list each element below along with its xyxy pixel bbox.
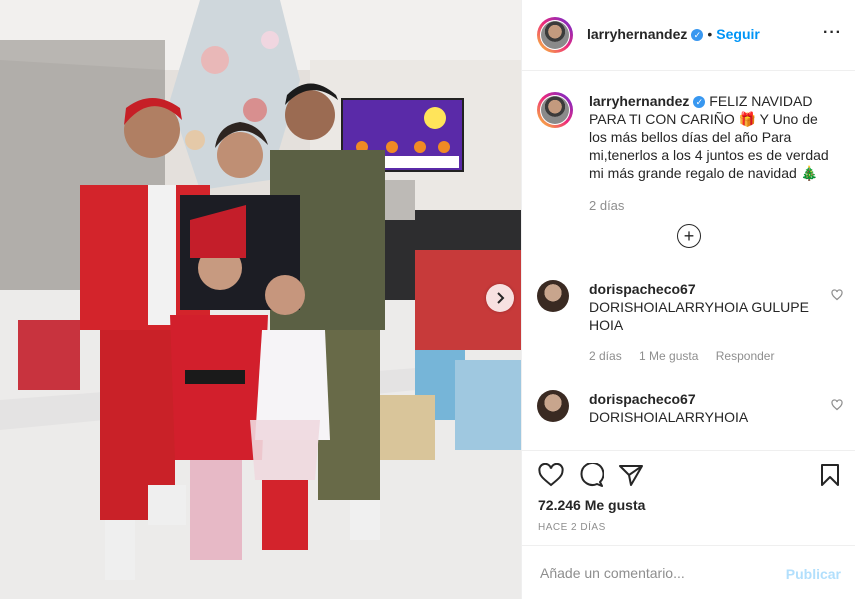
comment-likes[interactable]: 1 Me gusta: [639, 349, 698, 363]
caption: larryhernandez ✓ FELIZ NAVIDAD PARA TI CO…: [522, 72, 855, 182]
comment-body: dorispacheco67 DORISHOIALARRYHOIA GULUPE…: [589, 280, 817, 365]
verified-badge-icon: ✓: [691, 29, 704, 41]
reply-button[interactable]: Responder: [716, 349, 775, 363]
comment-like-button[interactable]: [831, 398, 843, 416]
post-photo[interactable]: [0, 0, 521, 599]
family-christmas-photo: [0, 0, 521, 599]
comment-avatar[interactable]: [537, 280, 569, 312]
heart-icon: [538, 462, 564, 487]
next-photo-button[interactable]: [486, 284, 514, 312]
author-line: larryhernandez ✓ • Seguir: [587, 26, 760, 44]
comment-username[interactable]: dorispacheco67: [589, 390, 817, 408]
verified-badge-icon: ✓: [693, 96, 706, 108]
comment-username[interactable]: dorispacheco67: [589, 280, 817, 298]
separator-dot: •: [707, 26, 713, 42]
ellipsis-icon: ···: [823, 24, 842, 41]
post-details-panel: larryhernandez ✓ • Seguir ··· larryhernande…: [521, 0, 855, 599]
chevron-right-icon: [497, 292, 505, 304]
more-options-button[interactable]: ···: [823, 24, 842, 42]
publish-button[interactable]: Publicar: [786, 566, 841, 582]
paper-plane-icon: [619, 465, 643, 486]
like-button[interactable]: [538, 462, 564, 492]
comment-text: DORISHOIALARRYHOIA: [589, 409, 749, 425]
follow-button[interactable]: Seguir: [716, 26, 760, 42]
author-username[interactable]: larryhernandez: [587, 26, 687, 42]
post-header: larryhernandez ✓ • Seguir ···: [522, 0, 855, 71]
comment-meta: 2 días 1 Me gusta Responder: [589, 347, 817, 365]
heart-icon: [831, 399, 843, 411]
comment-item: dorispacheco67 DORISHOIALARRYHOIA: [537, 390, 847, 426]
bookmark-icon: [821, 464, 839, 486]
caption-age: 2 días: [589, 198, 625, 213]
post-actions: 72.246 Me gusta HACE 2 DÍAS: [522, 450, 855, 546]
caption-avatar[interactable]: [537, 92, 573, 128]
heart-icon: [831, 289, 843, 301]
likes-count[interactable]: 72.246 Me gusta: [538, 497, 645, 513]
comment-button[interactable]: [578, 462, 605, 492]
add-comment-bar: Publicar: [522, 545, 855, 599]
comment-icon: [580, 462, 605, 487]
comments-section[interactable]: larryhernandez ✓ FELIZ NAVIDAD PARA TI CO…: [522, 72, 855, 450]
action-icons: [522, 451, 855, 499]
comment-input[interactable]: [538, 564, 772, 582]
author-avatar[interactable]: [537, 17, 573, 53]
share-button[interactable]: [618, 463, 644, 492]
comment-text: DORISHOIALARRYHOIA GULUPE HOIA: [589, 299, 809, 333]
plus-icon: +: [683, 226, 695, 246]
comment-like-button[interactable]: [831, 288, 843, 306]
comment-avatar[interactable]: [537, 390, 569, 422]
comment-age[interactable]: 2 días: [589, 349, 622, 363]
comment-item: dorispacheco67 DORISHOIALARRYHOIA GULUPE…: [537, 280, 847, 365]
caption-username[interactable]: larryhernandez: [589, 93, 689, 109]
post-date[interactable]: HACE 2 DÍAS: [538, 522, 606, 533]
save-button[interactable]: [820, 463, 840, 492]
comment-body: dorispacheco67 DORISHOIALARRYHOIA: [589, 390, 817, 426]
caption-text: larryhernandez ✓ FELIZ NAVIDAD PARA TI CO…: [589, 92, 829, 182]
load-more-comments-button[interactable]: +: [677, 224, 701, 248]
